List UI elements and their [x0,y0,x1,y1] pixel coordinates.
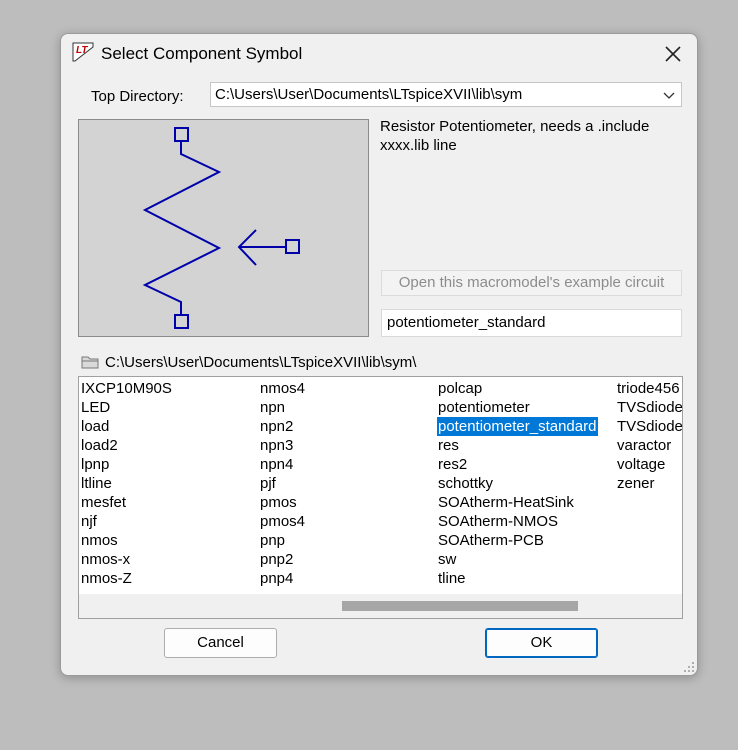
list-item[interactable]: load [80,417,174,436]
close-icon [665,46,681,62]
list-item[interactable]: SOAtherm-PCB [437,531,598,550]
symbol-list[interactable]: IXCP10M90S LED load load2 lpnp ltline me… [78,376,683,619]
symbol-description: Resistor Potentiometer, needs a .include… [380,118,650,154]
list-item[interactable]: mesfet [80,493,174,512]
symbol-name-field[interactable]: potentiometer_standard [381,309,682,337]
chevron-down-icon [663,92,675,99]
horizontal-scrollbar[interactable] [79,594,682,618]
ok-button[interactable]: OK [485,628,598,658]
list-item[interactable]: pjf [259,474,307,493]
list-item[interactable]: pnp2 [259,550,307,569]
list-item[interactable]: pmos [259,493,307,512]
list-item[interactable]: ltline [80,474,174,493]
current-path-text: C:\Users\User\Documents\LTspiceXVII\lib\… [105,353,417,371]
list-item[interactable]: npn [259,398,307,417]
list-item[interactable]: schottky [437,474,598,493]
svg-text:LT: LT [76,45,88,56]
list-item[interactable]: lpnp [80,455,174,474]
list-item[interactable]: pnp [259,531,307,550]
list-column-2: nmos4 npn npn2 npn3 npn4 pjf pmos pmos4 … [259,379,307,588]
list-item[interactable]: TVSdiode [616,417,682,436]
resize-grip-icon[interactable] [683,661,695,673]
list-item[interactable]: voltage [616,455,682,474]
list-item[interactable]: nmos4 [259,379,307,398]
list-item[interactable]: npn2 [259,417,307,436]
list-item[interactable]: nmos-Z [80,569,174,588]
list-item[interactable]: SOAtherm-HeatSink [437,493,598,512]
potentiometer-symbol-icon [142,127,300,329]
list-item[interactable]: sw [437,550,598,569]
list-item[interactable]: LED [80,398,174,417]
list-item[interactable]: zener [616,474,682,493]
open-example-circuit-button[interactable]: Open this macromodel's example circuit [381,270,682,296]
list-item[interactable]: nmos [80,531,174,550]
folder-icon [81,356,99,369]
current-path: C:\Users\User\Documents\LTspiceXVII\lib\… [81,352,416,372]
list-item[interactable]: pmos4 [259,512,307,531]
title-bar: LT Select Component Symbol [61,34,697,74]
list-item[interactable]: load2 [80,436,174,455]
list-item[interactable]: TVSdiode [616,398,682,417]
list-item[interactable]: res2 [437,455,598,474]
list-item[interactable]: pnp4 [259,569,307,588]
list-column-1: IXCP10M90S LED load load2 lpnp ltline me… [80,379,174,588]
list-item[interactable]: npn4 [259,455,307,474]
ltspice-logo-icon: LT [72,42,94,62]
list-item[interactable]: polcap [437,379,598,398]
top-directory-value: C:\Users\User\Documents\LTspiceXVII\lib\… [215,86,523,103]
list-column-3: polcap potentiometer potentiometer_stand… [437,379,599,588]
list-item[interactable]: varactor [616,436,682,455]
scrollbar-thumb[interactable] [342,601,578,611]
list-item[interactable]: njf [80,512,174,531]
cancel-button[interactable]: Cancel [164,628,277,658]
list-item[interactable]: potentiometer [437,398,598,417]
list-column-4: triode456 TVSdiode TVSdiode varactor vol… [616,379,682,493]
list-item[interactable]: npn3 [259,436,307,455]
close-button[interactable] [659,40,687,68]
list-item[interactable]: tline [437,569,598,588]
list-item[interactable]: triode456 [616,379,682,398]
symbol-preview [78,119,369,337]
top-directory-label: Top Directory: [91,88,184,105]
list-item[interactable]: SOAtherm-NMOS [437,512,598,531]
list-item[interactable]: res [437,436,598,455]
top-directory-dropdown[interactable]: C:\Users\User\Documents\LTspiceXVII\lib\… [210,82,682,107]
list-item[interactable]: nmos-x [80,550,174,569]
list-item[interactable]: IXCP10M90S [80,379,174,398]
select-component-dialog: LT Select Component Symbol Top Directory… [60,33,698,676]
dialog-title: Select Component Symbol [101,44,303,63]
list-item-selected[interactable]: potentiometer_standard [437,417,599,436]
